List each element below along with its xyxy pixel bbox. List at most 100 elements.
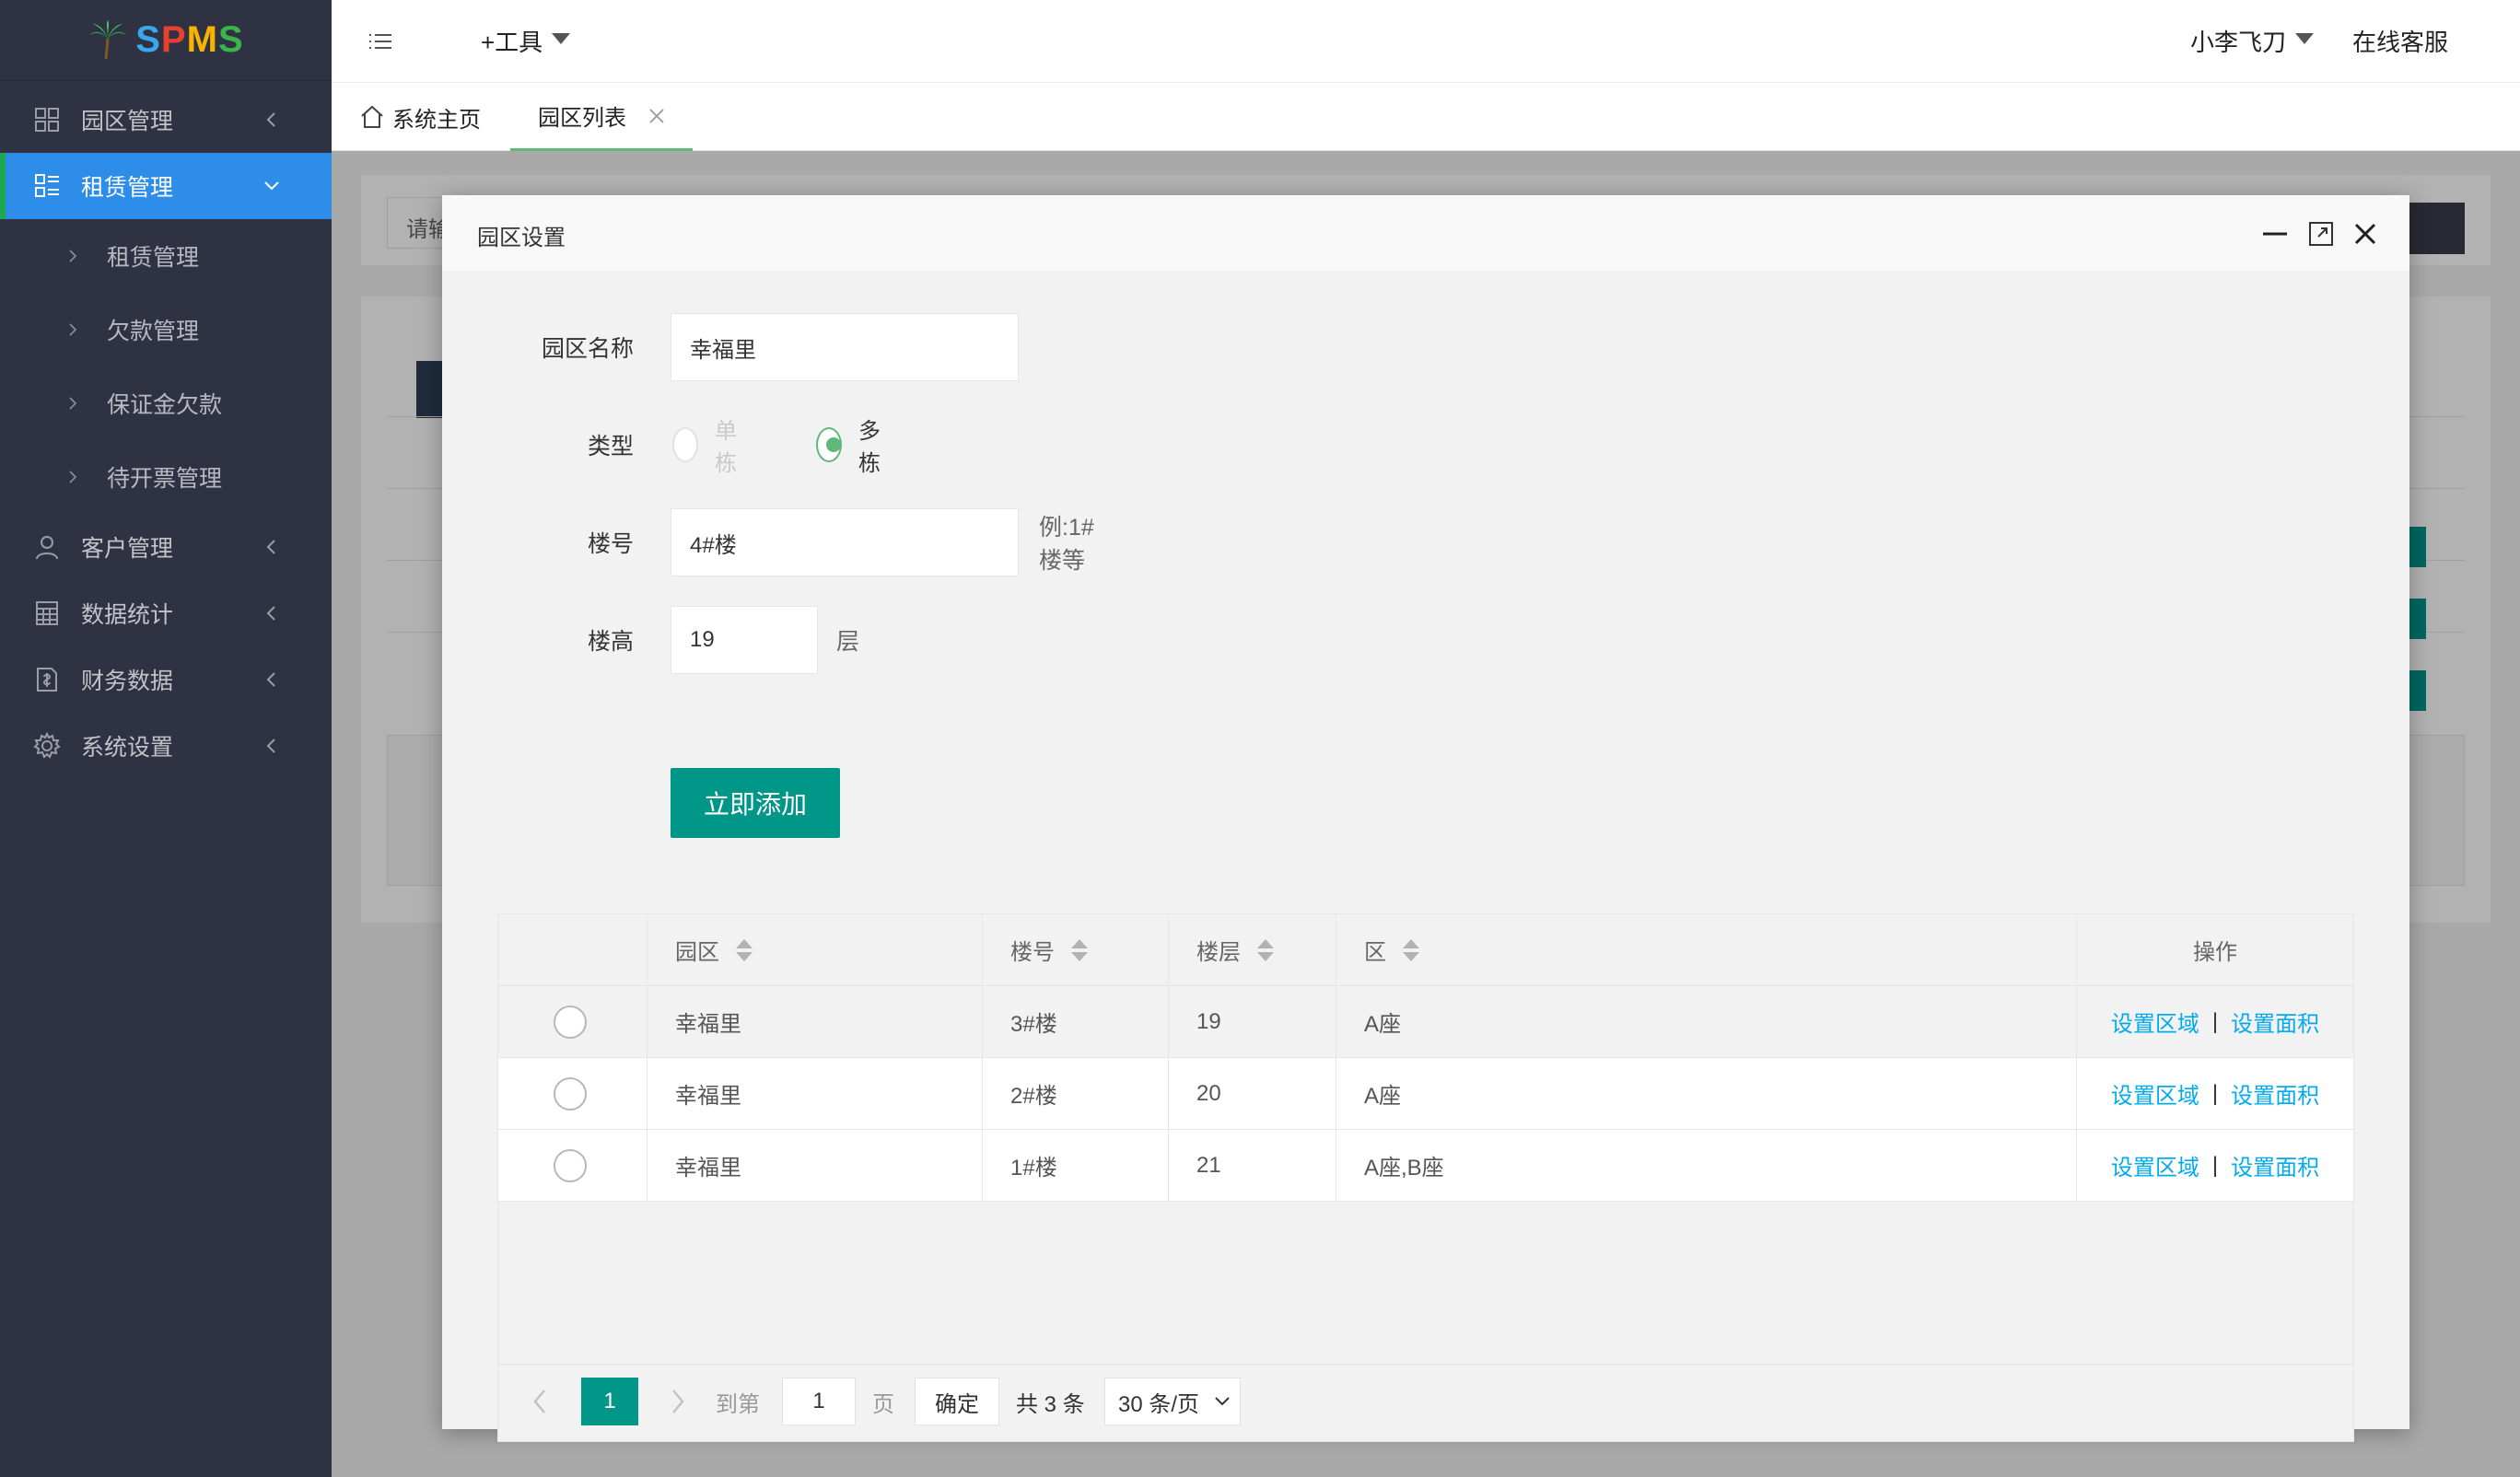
sort-icon[interactable] — [1403, 938, 1419, 962]
sidebar-item-label: 园区管理 — [81, 109, 174, 134]
cell-park: 幸福里 — [648, 986, 983, 1057]
type-single-radio[interactable]: 单栋 — [672, 413, 746, 477]
table-row[interactable]: 幸福里 2#楼 20 A座 设置区域 | 设置面积 — [498, 1058, 2353, 1130]
chevron-down-icon — [264, 181, 279, 191]
building-table: 园区 楼号 楼层 区 操作 幸福里 3#楼 19 A座 设置区域 | 设置面积 幸福… — [497, 913, 2354, 1442]
logo-text: SPMS — [135, 19, 244, 60]
list-icon — [35, 174, 59, 197]
row-radio[interactable] — [554, 1076, 587, 1111]
tab-bar: 系统主页 园区列表 — [332, 83, 2520, 151]
sidebar-item-label: 财务数据 — [81, 669, 174, 694]
grid-icon — [35, 108, 59, 132]
sidebar-item-customer[interactable]: 客户管理 — [0, 514, 332, 580]
close-icon[interactable] — [2351, 219, 2380, 249]
sidebar-item-label: 客户管理 — [81, 536, 174, 562]
sort-icon[interactable] — [736, 938, 752, 962]
pagination: 1 到第 1 页 确定 共 3 条 30 条/页 — [498, 1364, 2353, 1441]
cell-zone: A座,B座 — [1336, 1130, 2077, 1201]
row-radio[interactable] — [554, 1148, 587, 1182]
chevron-right-icon — [69, 250, 77, 262]
minimize-icon[interactable] — [2260, 219, 2290, 249]
building-hint: 例:1#楼等 — [1039, 515, 1094, 574]
page-size-select[interactable]: 30 条/页 — [1104, 1378, 1241, 1425]
building-label: 楼号 — [587, 531, 634, 557]
sidebar-item-label: 系统设置 — [81, 735, 174, 761]
chevron-right-icon — [69, 323, 77, 336]
cell-park: 幸福里 — [648, 1058, 983, 1129]
user-menu[interactable]: 小李飞刀 — [2190, 24, 2314, 58]
sidebar-subitem-invoice[interactable]: 待开票管理 — [0, 440, 332, 514]
finance-icon — [37, 668, 57, 692]
prev-page-icon[interactable] — [526, 1378, 554, 1425]
building-number-input[interactable]: 4#楼 — [671, 508, 1019, 576]
column-header-zone[interactable]: 区 — [1336, 914, 2077, 985]
next-page-icon[interactable] — [664, 1378, 692, 1425]
page-size-value: 30 条/页 — [1118, 1391, 1200, 1417]
column-header-building[interactable]: 楼号 — [983, 914, 1169, 985]
sidebar-item-finance[interactable]: 财务数据 — [0, 646, 332, 713]
close-icon[interactable] — [648, 108, 665, 124]
sidebar-subitem-deposit[interactable]: 保证金欠款 — [0, 366, 332, 440]
sidebar-subitem-lease[interactable]: 租赁管理 — [0, 219, 332, 293]
header-select — [498, 914, 648, 985]
caret-down-icon — [2295, 33, 2314, 45]
sidebar-item-stats[interactable]: 数据统计 — [0, 580, 332, 646]
row-radio[interactable] — [554, 1005, 587, 1039]
goto-label: 到第 — [716, 1391, 760, 1417]
set-area-link[interactable]: 设置区域 — [2111, 1077, 2199, 1110]
set-size-link[interactable]: 设置面积 — [2231, 1006, 2319, 1038]
goto-confirm-button[interactable]: 确定 — [915, 1378, 999, 1425]
cell-zone: A座 — [1336, 1058, 2077, 1129]
sidebar-item-park[interactable]: 园区管理 — [0, 87, 332, 153]
type-multi-radio[interactable]: 多栋 — [816, 413, 890, 477]
chevron-down-icon — [1215, 1397, 1230, 1406]
online-service-link[interactable]: 在线客服 — [2352, 24, 2448, 58]
total-count: 共 3 条 — [1016, 1391, 1085, 1417]
tools-label: +工具 — [481, 29, 543, 56]
user-name: 小李飞刀 — [2189, 29, 2286, 56]
height-label: 楼高 — [587, 629, 634, 655]
radio-label: 单栋 — [715, 419, 738, 476]
page-current[interactable]: 1 — [581, 1378, 638, 1425]
user-icon — [36, 536, 58, 560]
cell-floors: 21 — [1169, 1130, 1336, 1201]
menu-toggle-icon[interactable] — [367, 28, 394, 55]
maximize-icon[interactable] — [2306, 219, 2336, 249]
table-row[interactable]: 幸福里 1#楼 21 A座,B座 设置区域 | 设置面积 — [498, 1130, 2353, 1202]
chevron-left-icon — [266, 672, 275, 687]
chevron-left-icon — [266, 540, 275, 554]
cell-building: 3#楼 — [983, 986, 1169, 1057]
row-select-cell — [498, 1130, 648, 1201]
column-header-floors[interactable]: 楼层 — [1169, 914, 1336, 985]
cell-actions: 设置区域 | 设置面积 — [2077, 1130, 2353, 1201]
table-row[interactable]: 幸福里 3#楼 19 A座 设置区域 | 设置面积 — [498, 986, 2353, 1058]
sidebar-item-label: 租赁管理 — [81, 175, 174, 201]
cell-floors: 19 — [1169, 986, 1336, 1057]
dialog-title: 园区设置 — [477, 226, 566, 250]
sort-icon[interactable] — [1257, 938, 1274, 962]
park-settings-dialog: 园区设置 园区名称 幸福里 类型 单栋 多栋 楼号 4#楼 例:1#楼等 楼高 … — [442, 195, 2409, 1442]
add-now-button[interactable]: 立即添加 — [671, 768, 840, 838]
sidebar-subitem-label: 保证金欠款 — [107, 392, 223, 418]
chevron-left-icon — [266, 738, 275, 753]
set-area-link[interactable]: 设置区域 — [2111, 1149, 2199, 1181]
set-size-link[interactable]: 设置面积 — [2231, 1149, 2319, 1181]
sidebar-item-lease[interactable]: 租赁管理 — [0, 153, 332, 219]
sidebar-item-settings[interactable]: 系统设置 — [0, 713, 332, 779]
sort-icon[interactable] — [1071, 938, 1088, 962]
radio-circle — [816, 427, 843, 462]
set-area-link[interactable]: 设置区域 — [2111, 1006, 2199, 1038]
floor-height-input[interactable]: 19 — [671, 606, 818, 674]
set-size-link[interactable]: 设置面积 — [2231, 1077, 2319, 1110]
tab-park-list[interactable]: 园区列表 — [510, 83, 693, 151]
table-header: 园区 楼号 楼层 区 操作 — [498, 914, 2353, 986]
tab-home[interactable]: 系统主页 — [359, 83, 481, 151]
column-header-park[interactable]: 园区 — [648, 914, 983, 985]
tools-menu[interactable]: +工具 — [481, 24, 571, 58]
goto-page-input[interactable]: 1 — [782, 1378, 856, 1425]
tab-label: 系统主页 — [392, 107, 481, 133]
app-logo[interactable]: SPMS — [0, 0, 332, 81]
sidebar-subitem-arrears[interactable]: 欠款管理 — [0, 293, 332, 366]
sidebar-subitem-label: 待开票管理 — [107, 466, 223, 492]
park-name-input[interactable]: 幸福里 — [671, 313, 1019, 381]
